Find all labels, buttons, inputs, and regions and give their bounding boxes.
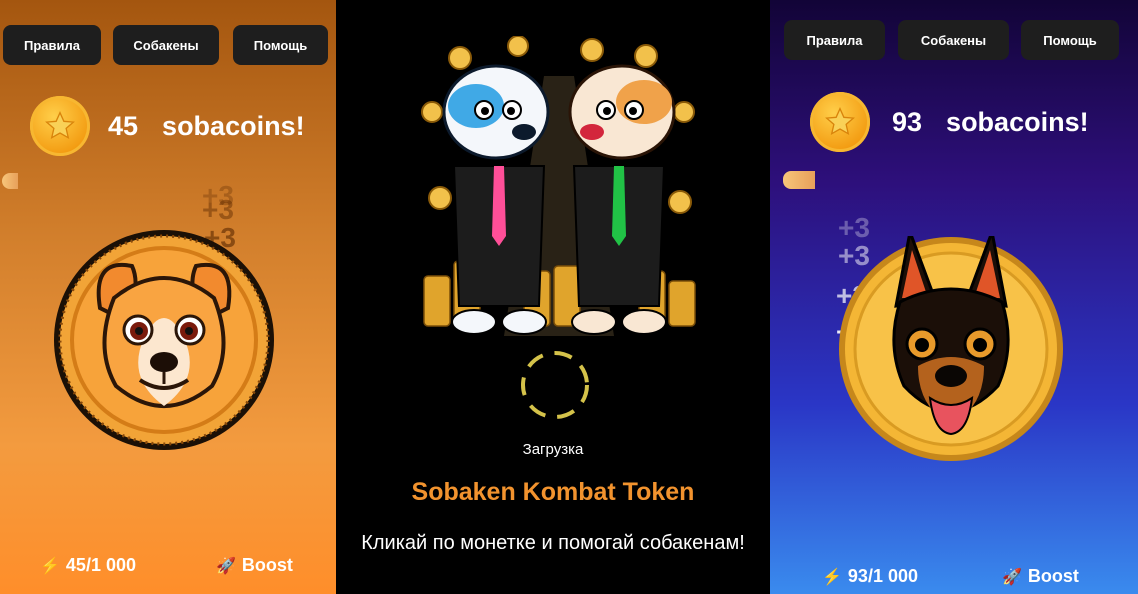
game-screen-orange: Правила Собакены Помощь 45 sobacoins! +3…	[0, 0, 336, 594]
rocket-icon: 🚀	[1002, 568, 1022, 586]
nav-dogs-button[interactable]: Собакены	[113, 25, 219, 65]
rocket-icon: 🚀	[216, 557, 236, 575]
dog-coin-button[interactable]	[52, 228, 276, 452]
balance-display: 93 sobacoins!	[810, 92, 1089, 152]
two-dogs-image	[414, 36, 704, 341]
dog-coin-button[interactable]	[838, 226, 1064, 462]
energy-counter: ⚡ 93/1 000	[822, 566, 918, 587]
boost-label: Boost	[1027, 566, 1079, 586]
energy-indicator	[783, 171, 815, 189]
app-title: Sobaken Kombat Token	[411, 478, 695, 506]
loading-text: Загрузка	[522, 441, 584, 458]
energy-value: 93/1 000	[847, 566, 918, 586]
balance-amount: 45	[108, 110, 139, 141]
balance-amount: 93	[892, 106, 923, 137]
nav-dogs-button[interactable]: Собакены	[898, 20, 1009, 60]
boost-button[interactable]: 🚀 Boost	[1002, 566, 1079, 587]
boost-label: Boost	[241, 555, 293, 575]
balance-unit: sobacoins!	[162, 110, 305, 141]
energy-indicator	[2, 173, 18, 189]
dog-coin-image	[839, 226, 1063, 461]
star-icon	[810, 92, 870, 152]
star-icon	[30, 96, 90, 156]
nav-rules-button[interactable]: Правила	[784, 20, 885, 60]
lightning-icon: ⚡	[40, 557, 60, 575]
app-subtitle: Кликай по монетке и помогай собакенам!	[361, 532, 745, 554]
spinner-icon	[521, 351, 589, 419]
lightning-icon: ⚡	[822, 568, 842, 586]
nav-help-button[interactable]: Помощь	[1021, 20, 1119, 60]
tap-reward-text: +3	[202, 194, 234, 225]
balance-unit: sobacoins!	[946, 106, 1089, 137]
nav-help-button[interactable]: Помощь	[233, 25, 328, 65]
nav-rules-button[interactable]: Правила	[3, 25, 101, 65]
energy-value: 45/1 000	[65, 555, 136, 575]
energy-counter: ⚡ 45/1 000	[40, 555, 136, 576]
loading-screen: Загрузка Sobaken Kombat Token Кликай по …	[336, 0, 770, 594]
dog-coin-image	[54, 230, 274, 450]
boost-button[interactable]: 🚀 Boost	[216, 555, 293, 576]
game-screen-blue: Правила Собакены Помощь 93 sobacoins! +3…	[770, 0, 1138, 594]
balance-display: 45 sobacoins!	[30, 96, 305, 156]
